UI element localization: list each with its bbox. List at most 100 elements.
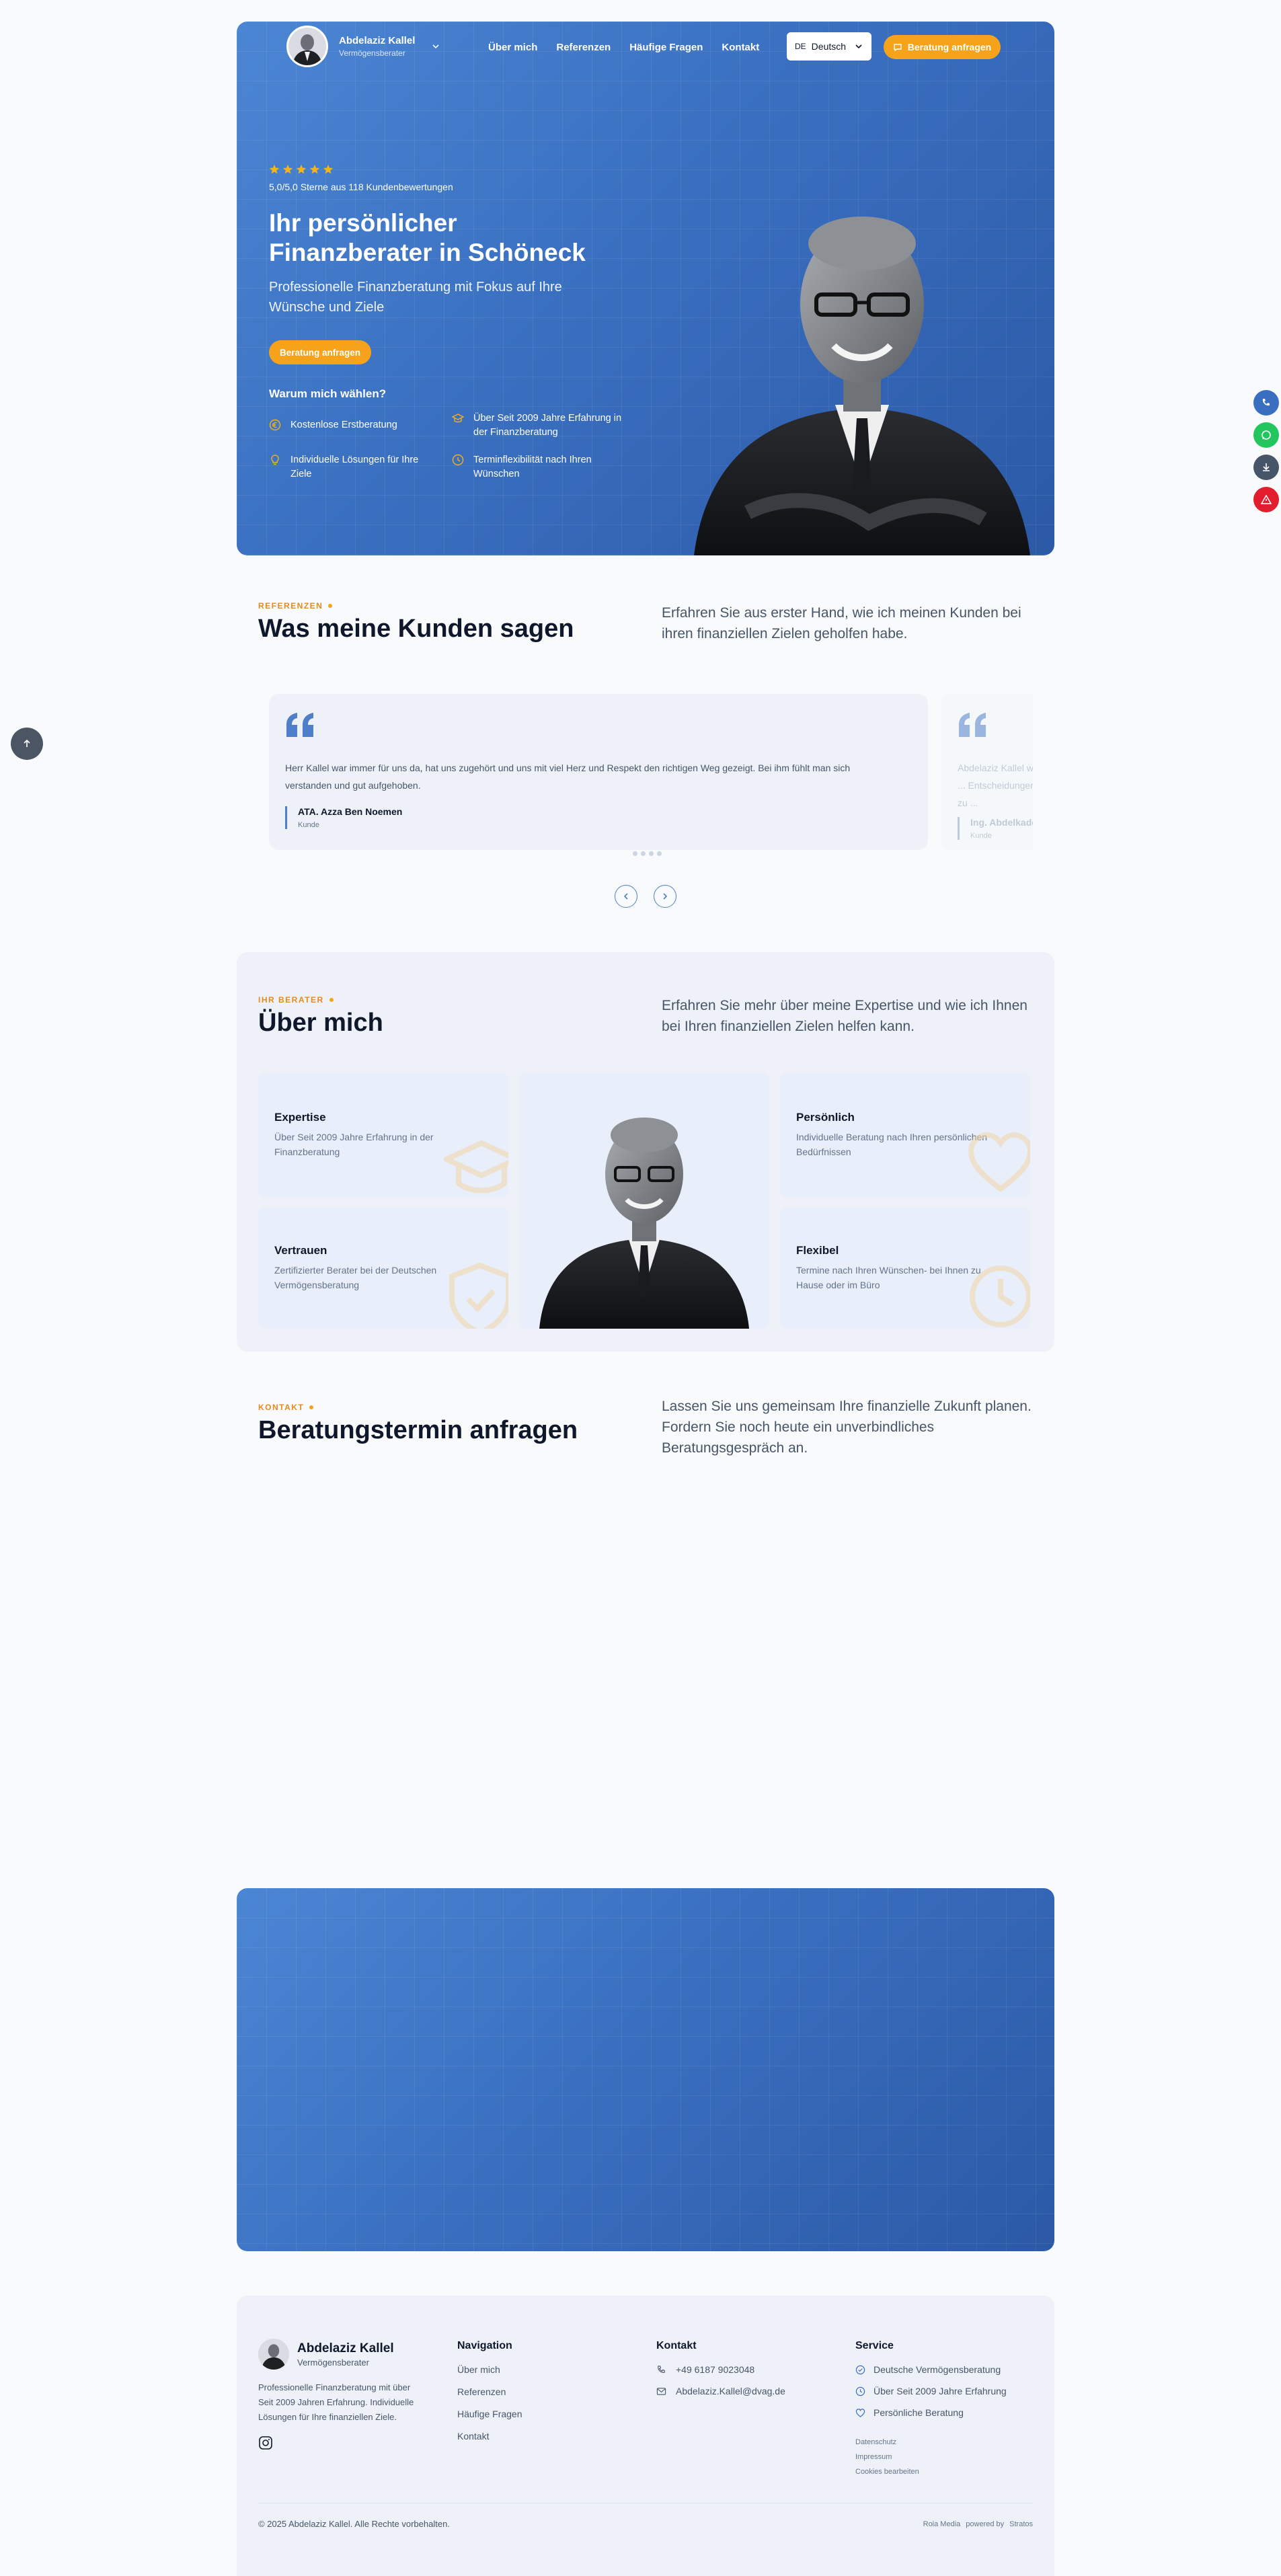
whatsapp-button[interactable] [1253,422,1279,448]
carousel-dot[interactable] [649,851,654,856]
testimonial-author: ATA. Azza Ben Noemen Kunde [285,806,912,829]
testimonial-text: Herr Kallel war immer für uns da, hat un… [285,763,851,791]
footer-nav-item[interactable]: Über mich [457,2364,522,2375]
avatar [258,2339,289,2370]
hero-title: Ihr persönlicher Finanzberater in Schöne… [269,209,586,266]
rating-text: 5,0/5,0 Sterne aus 118 Kundenbewertungen [269,182,453,192]
footer-nav-item[interactable]: Referenzen [457,2386,522,2397]
carousel-dots [633,851,662,856]
nav-item-faq[interactable]: Häufige Fragen [629,42,703,53]
testimonial-card: Herr Kallel war immer für uns da, hat un… [269,694,928,850]
testimonial-author: Ing. Abdelkader ... Kunde [958,817,1033,840]
service-item: Persönliche Beratung [855,2407,1007,2418]
footer-contact-title: Kontakt [656,2340,697,2351]
brand-role: Vermögensberater [339,48,405,58]
nav-item-ueber-mich[interactable]: Über mich [488,42,537,53]
footer-phone[interactable]: +49 6187 9023048 [656,2364,754,2375]
chevron-down-icon[interactable] [431,42,440,51]
legal-link-cookies[interactable]: Cookies bearbeiten [855,2468,919,2476]
credit-agency[interactable]: Roia Media [923,2520,961,2528]
about-card-persoenlich: Persönlich Individuelle Beratung nach Ih… [780,1073,1030,1197]
footer-nav-title: Navigation [457,2340,512,2351]
call-button[interactable] [1253,390,1279,416]
star-icon [323,164,334,174]
instagram-icon[interactable] [258,2435,273,2450]
main-nav: Über mich Referenzen Häufige Fragen Kont… [488,42,759,53]
nav-item-kontakt[interactable]: Kontakt [722,42,759,53]
references-section: REFERENZEN Was meine Kunden sagen Erfahr… [237,592,1054,914]
chevron-right-icon [663,893,668,900]
contact-title: Beratungstermin anfragen [258,1416,578,1444]
footer-nav-item[interactable]: Häufige Fragen [457,2409,522,2419]
testimonial-text: Abdelaziz Kallel war ... Entscheidungen … [958,763,1033,808]
about-title: Über mich [258,1009,383,1037]
star-icon [269,164,280,174]
star-icon [309,164,320,174]
hero-cta-button[interactable]: Beratung anfragen [269,340,371,364]
star-icon [296,164,307,174]
feature-item: Individuelle Lösungen für Ihre Ziele [269,453,437,481]
footer-nav: Über mich Referenzen Häufige Fragen Kont… [457,2364,522,2442]
language-label: Deutsch [811,41,847,52]
advisor-portrait [539,1118,749,1329]
graduation-cap-icon [452,414,464,423]
footer-name: Abdelaziz Kallel [297,2341,394,2355]
hero-subtitle: Professionelle Finanzberatung mit Fokus … [269,280,562,315]
about-card-flexibel: Flexibel Termine nach Ihren Wünschen- be… [780,1208,1030,1329]
about-portrait-card [519,1073,769,1329]
phone-icon [658,2365,665,2373]
feature-list: Kostenlose Erstberatung Über Seit 2009 J… [269,412,632,485]
carousel-dot[interactable] [633,851,637,856]
avatar [286,26,328,67]
download-button[interactable] [1253,455,1279,480]
heart-icon [968,1132,1030,1192]
feature-item: Kostenlose Erstberatung [269,418,437,432]
euro-icon [269,419,281,431]
quote-icon [286,713,313,737]
service-item: Deutsche Vermögensberatung [855,2364,1007,2375]
clock-icon [452,454,464,466]
mail-icon [656,2387,666,2395]
brand-name: Abdelaziz Kallel [339,35,416,46]
header-cta-button[interactable]: Beratung anfragen [884,35,1001,59]
cta-banner [237,1888,1054,2251]
language-select[interactable]: DE Deutsch [787,32,871,61]
brand[interactable]: Abdelaziz Kallel Vermögensberater [286,26,440,67]
footer-role: Vermögensberater [297,2357,369,2368]
legal-link-datenschutz[interactable]: Datenschutz [855,2438,919,2446]
feature-item: Über Seit 2009 Jahre Erfahrung in der Fi… [452,412,633,440]
nav-item-referenzen[interactable]: Referenzen [556,42,611,53]
carousel-dot[interactable] [657,851,662,856]
lightbulb-icon [271,455,279,465]
about-card-vertrauen: Vertrauen Zertifizierter Berater bei der… [258,1208,508,1329]
footer-email[interactable]: Abdelaziz.Kallel@dvag.de [656,2386,785,2396]
quote-icon [959,713,986,737]
scroll-top-button[interactable] [11,728,43,760]
star-icon [282,164,293,174]
alert-button[interactable] [1253,487,1279,512]
chat-icon [894,44,902,52]
about-section: IHR BERATER Über mich Erfahren Sie mehr … [237,952,1054,1352]
footer-service-list: Deutsche Vermögensberatung Über Seit 200… [855,2364,1007,2418]
carousel-dot[interactable] [641,851,646,856]
footer-nav-item[interactable]: Kontakt [457,2431,522,2442]
credit-stratos[interactable]: Stratos [1009,2520,1033,2528]
about-eyebrow: IHR BERATER [258,995,334,1005]
clock-icon [970,1265,1030,1327]
heart-icon [855,2408,865,2417]
phone-icon [1262,399,1270,406]
legal-link-impressum[interactable]: Impressum [855,2453,919,2461]
copyright: © 2025 Abdelaziz Kallel. Alle Rechte vor… [258,2519,450,2529]
service-item: Über Seit 2009 Jahre Erfahrung [855,2386,1007,2396]
hero-section: Abdelaziz Kallel Vermögensberater Über m… [237,22,1054,555]
footer-description: Professionelle Finanzberatung mit über S… [258,2382,414,2422]
why-title: Warum mich wählen? [269,387,387,400]
whatsapp-icon [1261,430,1271,440]
about-card-expertise: Expertise Über Seit 2009 Jahre Erfahrung… [258,1073,508,1197]
contact-eyebrow: KONTAKT [258,1403,314,1412]
footer-brand: Abdelaziz Kallel Vermögensberater [258,2339,394,2370]
credit-powered-by: powered by [966,2520,1005,2528]
carousel-prev-button[interactable] [615,885,637,908]
chevron-left-icon [623,893,628,900]
carousel-next-button[interactable] [654,885,676,908]
